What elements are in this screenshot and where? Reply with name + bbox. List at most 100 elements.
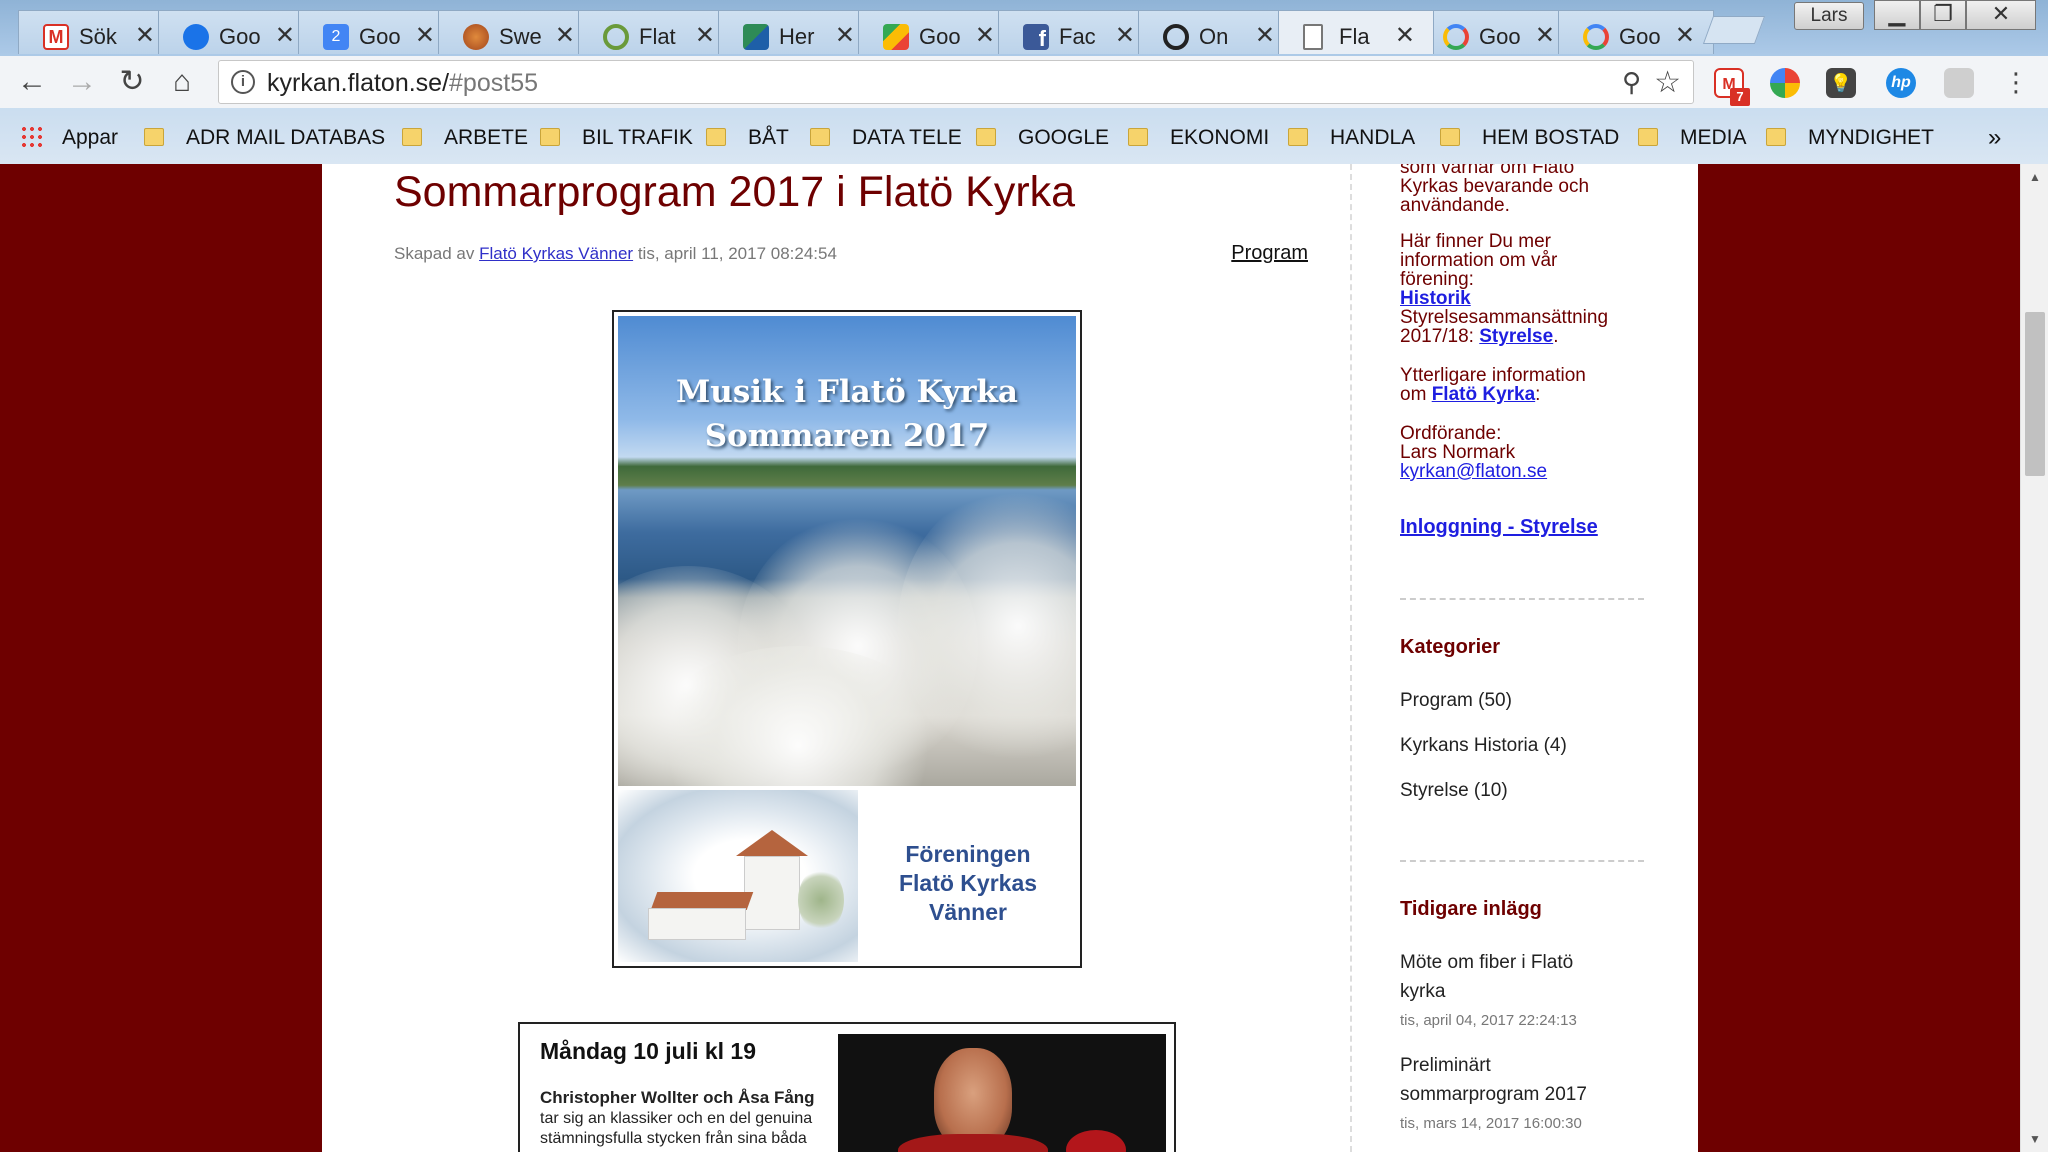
bookmark-folder[interactable]: HEM BOSTAD	[1440, 122, 1619, 154]
tab-close-icon[interactable]: ✕	[835, 21, 855, 50]
church-illustration	[618, 790, 858, 962]
tree	[798, 868, 844, 932]
page-scrollbar[interactable]: ▲ ▼	[2020, 164, 2048, 1152]
tab[interactable]: Goo ✕	[158, 10, 314, 54]
category-link[interactable]: Program	[1231, 242, 1308, 265]
ring-icon	[603, 24, 629, 50]
tab[interactable]: On ✕	[1138, 10, 1294, 54]
email-link[interactable]: kyrkan@flaton.se	[1400, 461, 1547, 482]
bookmark-folder[interactable]: EKONOMI	[1128, 122, 1269, 154]
minimize-button[interactable]: ▁	[1874, 0, 1920, 30]
tab-close-icon[interactable]: ✕	[1115, 21, 1135, 50]
post: Sommarprogram 2017 i Flatö Kyrka Skapad …	[322, 164, 1350, 1152]
sidebar-more-info: Ytterligare information om Flatö Kyrka:	[1400, 365, 1586, 405]
google-maps-icon	[883, 24, 909, 50]
home-icon[interactable]: ⌂	[164, 64, 200, 100]
tab-close-icon[interactable]: ✕	[1255, 21, 1275, 50]
bookmark-folder[interactable]: BIL TRAFIK	[540, 122, 693, 154]
tab[interactable]: Flat ✕	[578, 10, 734, 54]
reload-icon[interactable]: ↻	[114, 64, 150, 100]
puzzle-extension-icon[interactable]	[1944, 68, 1974, 98]
performer-photo	[838, 1034, 1166, 1152]
text-line: om	[1400, 384, 1427, 405]
event-performers: Christopher Wollter och Åsa Fång	[540, 1088, 815, 1107]
tab[interactable]: Goo ✕	[858, 10, 1014, 54]
red-shape	[1066, 1130, 1126, 1152]
sidebar-info: Här finner Du mer information om vår för…	[1400, 231, 1609, 347]
tab[interactable]: Goo ✕	[1558, 10, 1714, 54]
close-window-button[interactable]: ✕	[1966, 0, 2036, 30]
previous-post-link[interactable]: Möte om fiber i Flatö kyrka	[1400, 948, 1573, 1006]
bookmark-folder[interactable]: GOOGLE	[976, 122, 1109, 154]
post-link-line: Preliminärt	[1400, 1055, 1491, 1076]
tab[interactable]: Her ✕	[718, 10, 874, 54]
tab-title: Fac	[1059, 24, 1096, 49]
tab-close-icon[interactable]: ✕	[415, 21, 435, 50]
tab[interactable]: f Fac ✕	[998, 10, 1154, 54]
bookmark-folder[interactable]: ARBETE	[402, 122, 528, 154]
google-calendar-icon: 2	[323, 24, 349, 50]
info-icon[interactable]: i	[231, 70, 255, 94]
sidebar-chair: Ordförande: Lars Normark kyrkan@flaton.s…	[1400, 424, 1547, 481]
bookmark-folder[interactable]: MEDIA	[1638, 122, 1747, 154]
category-item[interactable]: Program (50)	[1400, 686, 1512, 715]
bookmark-folder[interactable]: HANDLA	[1288, 122, 1415, 154]
tab[interactable]: Swe ✕	[438, 10, 594, 54]
category-item[interactable]: Kyrkans Historia (4)	[1400, 731, 1567, 760]
login-link[interactable]: Inloggning - Styrelse	[1400, 516, 1598, 538]
bookmark-apps[interactable]: Appar	[20, 122, 118, 154]
category-item[interactable]: Styrelse (10)	[1400, 776, 1508, 805]
tab-close-icon[interactable]: ✕	[1675, 21, 1695, 50]
styrelse-link[interactable]: Styrelse	[1479, 326, 1553, 347]
ring-icon	[1163, 24, 1189, 50]
tab-close-icon[interactable]: ✕	[695, 21, 715, 50]
folder-icon	[706, 128, 726, 146]
historik-link[interactable]: Historik	[1400, 288, 1471, 309]
tab-close-icon[interactable]: ✕	[275, 21, 295, 50]
bookmark-folder[interactable]: BÅT	[706, 122, 789, 154]
sidebar: som värnar om Flatö Kyrkas bevarande och…	[1400, 164, 1660, 1152]
tab-title: Fla	[1339, 24, 1370, 49]
tab-close-icon[interactable]: ✕	[1395, 21, 1415, 50]
zoom-icon[interactable]: ⚲	[1622, 67, 1641, 98]
new-tab-button[interactable]	[1702, 16, 1766, 44]
performer-face	[934, 1048, 1012, 1148]
bookmark-folder[interactable]: DATA TELE	[810, 122, 962, 154]
bookmark-star-icon[interactable]: ☆	[1654, 65, 1681, 100]
google-contacts-icon	[183, 24, 209, 50]
tab-active[interactable]: Fla ✕	[1278, 10, 1434, 54]
post-link-line: Möte om fiber i Flatö	[1400, 952, 1574, 973]
scroll-down-icon[interactable]: ▼	[2029, 1132, 2041, 1146]
tab[interactable]: 2 Goo ✕	[298, 10, 454, 54]
flato-kyrka-link[interactable]: Flatö Kyrka	[1432, 384, 1535, 405]
tab[interactable]: M Sök ✕	[18, 10, 174, 54]
address-bar[interactable]: i kyrkan.flaton.se/#post55 ⚲ ☆	[218, 60, 1694, 104]
tab-close-icon[interactable]: ✕	[975, 21, 995, 50]
bookmarks-overflow-button[interactable]: »	[1988, 122, 2001, 154]
back-arrow-icon[interactable]: ←	[14, 64, 50, 100]
forward-arrow-icon[interactable]: →	[64, 64, 100, 100]
blossom-photo: Musik i Flatö Kyrka Sommaren 2017	[618, 316, 1076, 786]
folder-icon	[402, 128, 422, 146]
hp-icon[interactable]: hp	[1886, 68, 1916, 98]
tab-close-icon[interactable]: ✕	[135, 21, 155, 50]
profile-button[interactable]: Lars	[1794, 2, 1864, 30]
bookmark-folder[interactable]: MYNDIGHET	[1766, 122, 1934, 154]
tab[interactable]: Goo ✕	[1418, 10, 1574, 54]
text-line: Styrelsesammansättning	[1400, 307, 1609, 328]
scroll-thumb[interactable]	[2025, 312, 2045, 476]
tab-close-icon[interactable]: ✕	[1535, 21, 1555, 50]
author-link[interactable]: Flatö Kyrkas Vänner	[479, 244, 633, 263]
previous-post-link[interactable]: Preliminärt sommarprogram 2017	[1400, 1051, 1587, 1109]
tab-close-icon[interactable]: ✕	[555, 21, 575, 50]
poster-image: Musik i Flatö Kyrka Sommaren 2017 Föreni…	[612, 310, 1082, 968]
folder-icon	[976, 128, 996, 146]
chrome-extension-icon[interactable]	[1770, 68, 1800, 98]
lightbulb-icon[interactable]: 💡	[1826, 68, 1856, 98]
tab-title: Goo	[1479, 24, 1521, 49]
scroll-up-icon[interactable]: ▲	[2029, 170, 2041, 184]
bookmark-folder[interactable]: ADR MAIL DATABAS	[144, 122, 385, 154]
restore-button[interactable]: ❐	[1920, 0, 1966, 30]
menu-icon[interactable]: ⋮	[1998, 64, 2034, 100]
bookmarks-bar: Appar ADR MAIL DATABAS ARBETE BIL TRAFIK…	[0, 116, 2048, 160]
